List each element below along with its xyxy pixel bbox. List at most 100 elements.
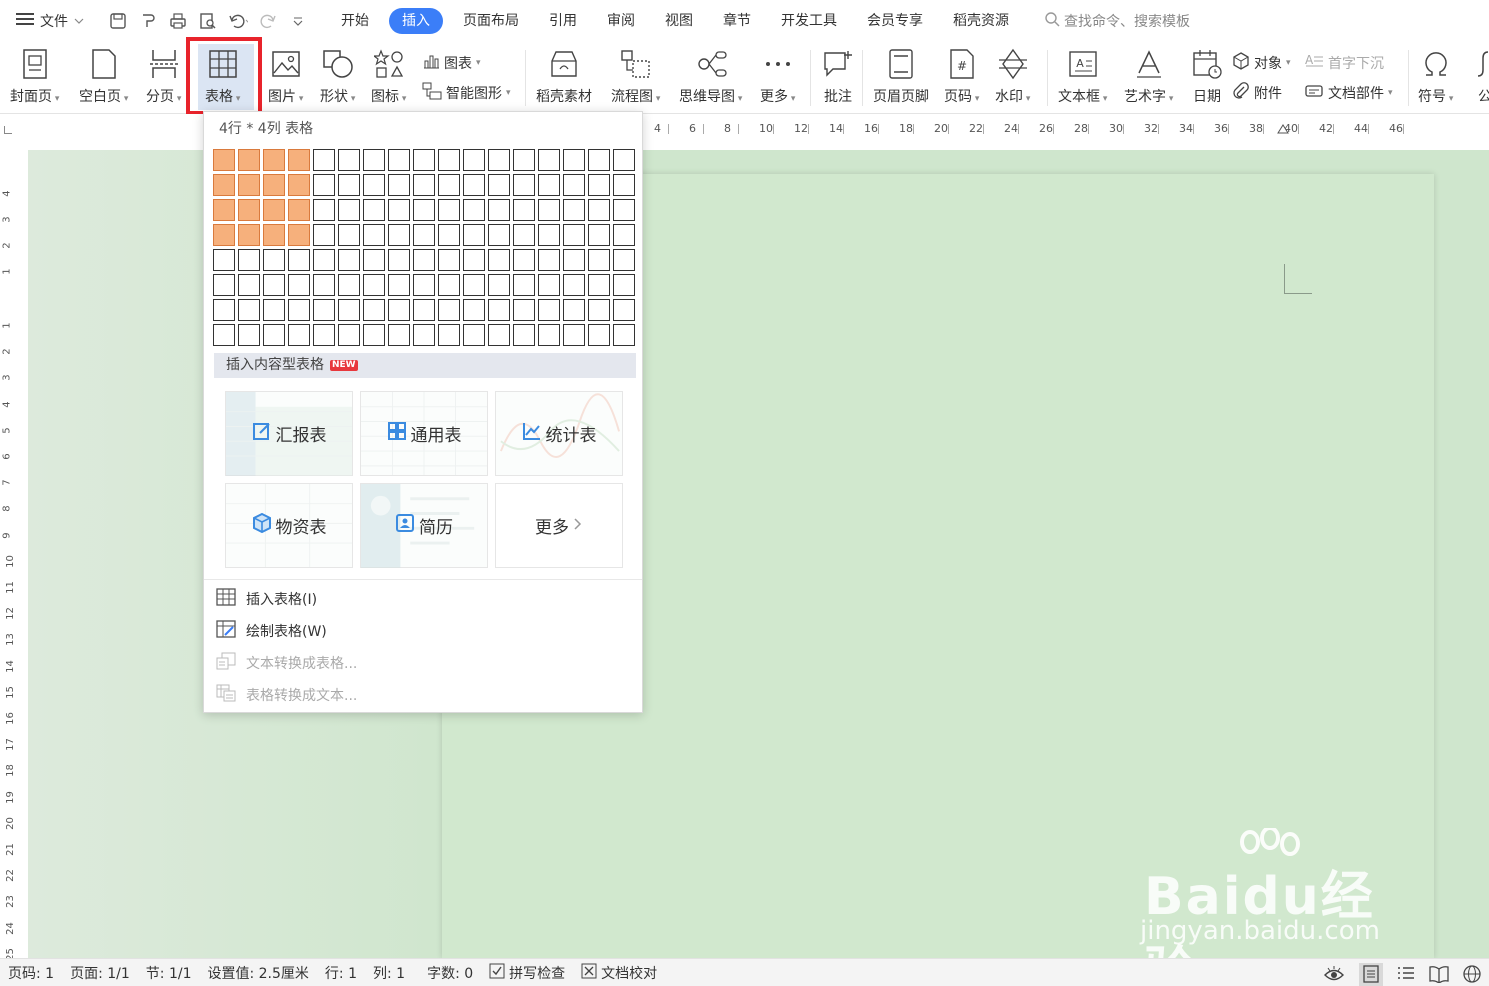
flowchart-button[interactable]: 流程图 ▾ xyxy=(611,46,660,110)
customize-toolbar-icon[interactable] xyxy=(288,11,308,31)
save-icon[interactable] xyxy=(108,11,128,31)
web-view-icon[interactable] xyxy=(1463,965,1481,986)
grid-cell[interactable] xyxy=(338,274,360,296)
grid-cell[interactable] xyxy=(513,249,535,271)
grid-cell[interactable] xyxy=(363,249,385,271)
insert-table-item[interactable]: 插入表格(I) xyxy=(216,588,317,610)
grid-cell[interactable] xyxy=(488,149,510,171)
grid-cell[interactable] xyxy=(363,299,385,321)
grid-cell[interactable] xyxy=(213,274,235,296)
tab-docer-resources[interactable]: 稻壳资源 xyxy=(938,8,1024,34)
tab-view[interactable]: 视图 xyxy=(650,8,708,34)
grid-cell[interactable] xyxy=(288,274,310,296)
tab-home[interactable]: 开始 xyxy=(326,8,384,34)
grid-cell[interactable] xyxy=(263,299,285,321)
grid-cell[interactable] xyxy=(313,149,335,171)
command-search[interactable]: 查找命令、搜索模板 xyxy=(1044,11,1190,31)
grid-cell[interactable] xyxy=(538,274,560,296)
grid-cell[interactable] xyxy=(538,149,560,171)
picture-button[interactable]: 图片 ▾ xyxy=(268,46,303,110)
grid-cell[interactable] xyxy=(388,224,410,246)
grid-cell[interactable] xyxy=(213,174,235,196)
grid-cell[interactable] xyxy=(413,324,435,346)
text-to-table-item[interactable]: 文本转换成表格... xyxy=(216,652,357,674)
grid-cell[interactable] xyxy=(413,174,435,196)
redo-icon[interactable] xyxy=(258,11,278,31)
grid-cell[interactable] xyxy=(613,249,635,271)
grid-cell[interactable] xyxy=(263,324,285,346)
grid-cell[interactable] xyxy=(563,299,585,321)
grid-cell[interactable] xyxy=(238,199,260,221)
grid-cell[interactable] xyxy=(438,174,460,196)
grid-cell[interactable] xyxy=(463,299,485,321)
formula-button[interactable]: 公 xyxy=(1468,46,1489,110)
watermark-button[interactable]: 水印 ▾ xyxy=(995,46,1030,110)
grid-cell[interactable] xyxy=(588,274,610,296)
table-size-grid[interactable] xyxy=(213,149,638,349)
tab-references[interactable]: 引用 xyxy=(534,8,592,34)
spellcheck-button[interactable]: 拼写检查 xyxy=(489,963,565,983)
grid-cell[interactable] xyxy=(413,224,435,246)
status-page-number[interactable]: 页码: 1 xyxy=(8,963,54,983)
grid-cell[interactable] xyxy=(488,299,510,321)
grid-cell[interactable] xyxy=(463,174,485,196)
grid-cell[interactable] xyxy=(263,174,285,196)
grid-cell[interactable] xyxy=(488,224,510,246)
grid-cell[interactable] xyxy=(613,324,635,346)
statistics-table-card[interactable]: 统计表 xyxy=(495,391,623,476)
grid-cell[interactable] xyxy=(288,249,310,271)
more-button[interactable]: 更多 ▾ xyxy=(760,46,795,110)
object-button[interactable]: 对象 ▾ xyxy=(1232,50,1291,76)
grid-cell[interactable] xyxy=(313,324,335,346)
tab-membership[interactable]: 会员专享 xyxy=(852,8,938,34)
doc-parts-button[interactable]: 文档部件 ▾ xyxy=(1304,80,1393,106)
grid-cell[interactable] xyxy=(288,224,310,246)
grid-cell[interactable] xyxy=(388,249,410,271)
grid-cell[interactable] xyxy=(538,174,560,196)
grid-cell[interactable] xyxy=(238,324,260,346)
wordart-button[interactable]: 艺术字 ▾ xyxy=(1124,46,1173,110)
grid-cell[interactable] xyxy=(213,324,235,346)
grid-cell[interactable] xyxy=(513,324,535,346)
grid-cell[interactable] xyxy=(563,249,585,271)
status-setting[interactable]: 设置值: 2.5厘米 xyxy=(207,963,308,983)
grid-cell[interactable] xyxy=(338,299,360,321)
grid-cell[interactable] xyxy=(588,199,610,221)
grid-cell[interactable] xyxy=(238,299,260,321)
grid-cell[interactable] xyxy=(613,224,635,246)
grid-cell[interactable] xyxy=(613,199,635,221)
grid-cell[interactable] xyxy=(488,174,510,196)
attachment-button[interactable]: 附件 xyxy=(1232,80,1282,106)
cover-page-button[interactable]: 封面页 ▾ xyxy=(10,46,59,110)
grid-cell[interactable] xyxy=(613,299,635,321)
grid-cell[interactable] xyxy=(363,174,385,196)
grid-cell[interactable] xyxy=(363,199,385,221)
grid-cell[interactable] xyxy=(588,224,610,246)
grid-cell[interactable] xyxy=(238,249,260,271)
blank-page-button[interactable]: 空白页 ▾ xyxy=(79,46,128,110)
grid-cell[interactable] xyxy=(413,199,435,221)
grid-cell[interactable] xyxy=(288,199,310,221)
status-section[interactable]: 节: 1/1 xyxy=(146,963,192,983)
grid-cell[interactable] xyxy=(513,174,535,196)
grid-cell[interactable] xyxy=(213,224,235,246)
grid-cell[interactable] xyxy=(463,274,485,296)
page-number-button[interactable]: # 页码 ▾ xyxy=(944,46,979,110)
tab-chapter[interactable]: 章节 xyxy=(708,8,766,34)
grid-cell[interactable] xyxy=(463,199,485,221)
grid-cell[interactable] xyxy=(313,174,335,196)
grid-cell[interactable] xyxy=(363,274,385,296)
grid-cell[interactable] xyxy=(388,149,410,171)
supplies-table-card[interactable]: 物资表 xyxy=(225,483,353,568)
grid-cell[interactable] xyxy=(388,324,410,346)
grid-cell[interactable] xyxy=(488,274,510,296)
grid-cell[interactable] xyxy=(438,199,460,221)
grid-cell[interactable] xyxy=(413,299,435,321)
grid-cell[interactable] xyxy=(338,199,360,221)
grid-cell[interactable] xyxy=(563,274,585,296)
indent-marker-icon[interactable] xyxy=(1277,122,1289,138)
symbol-button[interactable]: 符号 ▾ xyxy=(1418,46,1453,110)
chart-button[interactable]: 图表 ▾ xyxy=(422,50,481,76)
status-pages[interactable]: 页面: 1/1 xyxy=(70,963,130,983)
grid-cell[interactable] xyxy=(288,174,310,196)
